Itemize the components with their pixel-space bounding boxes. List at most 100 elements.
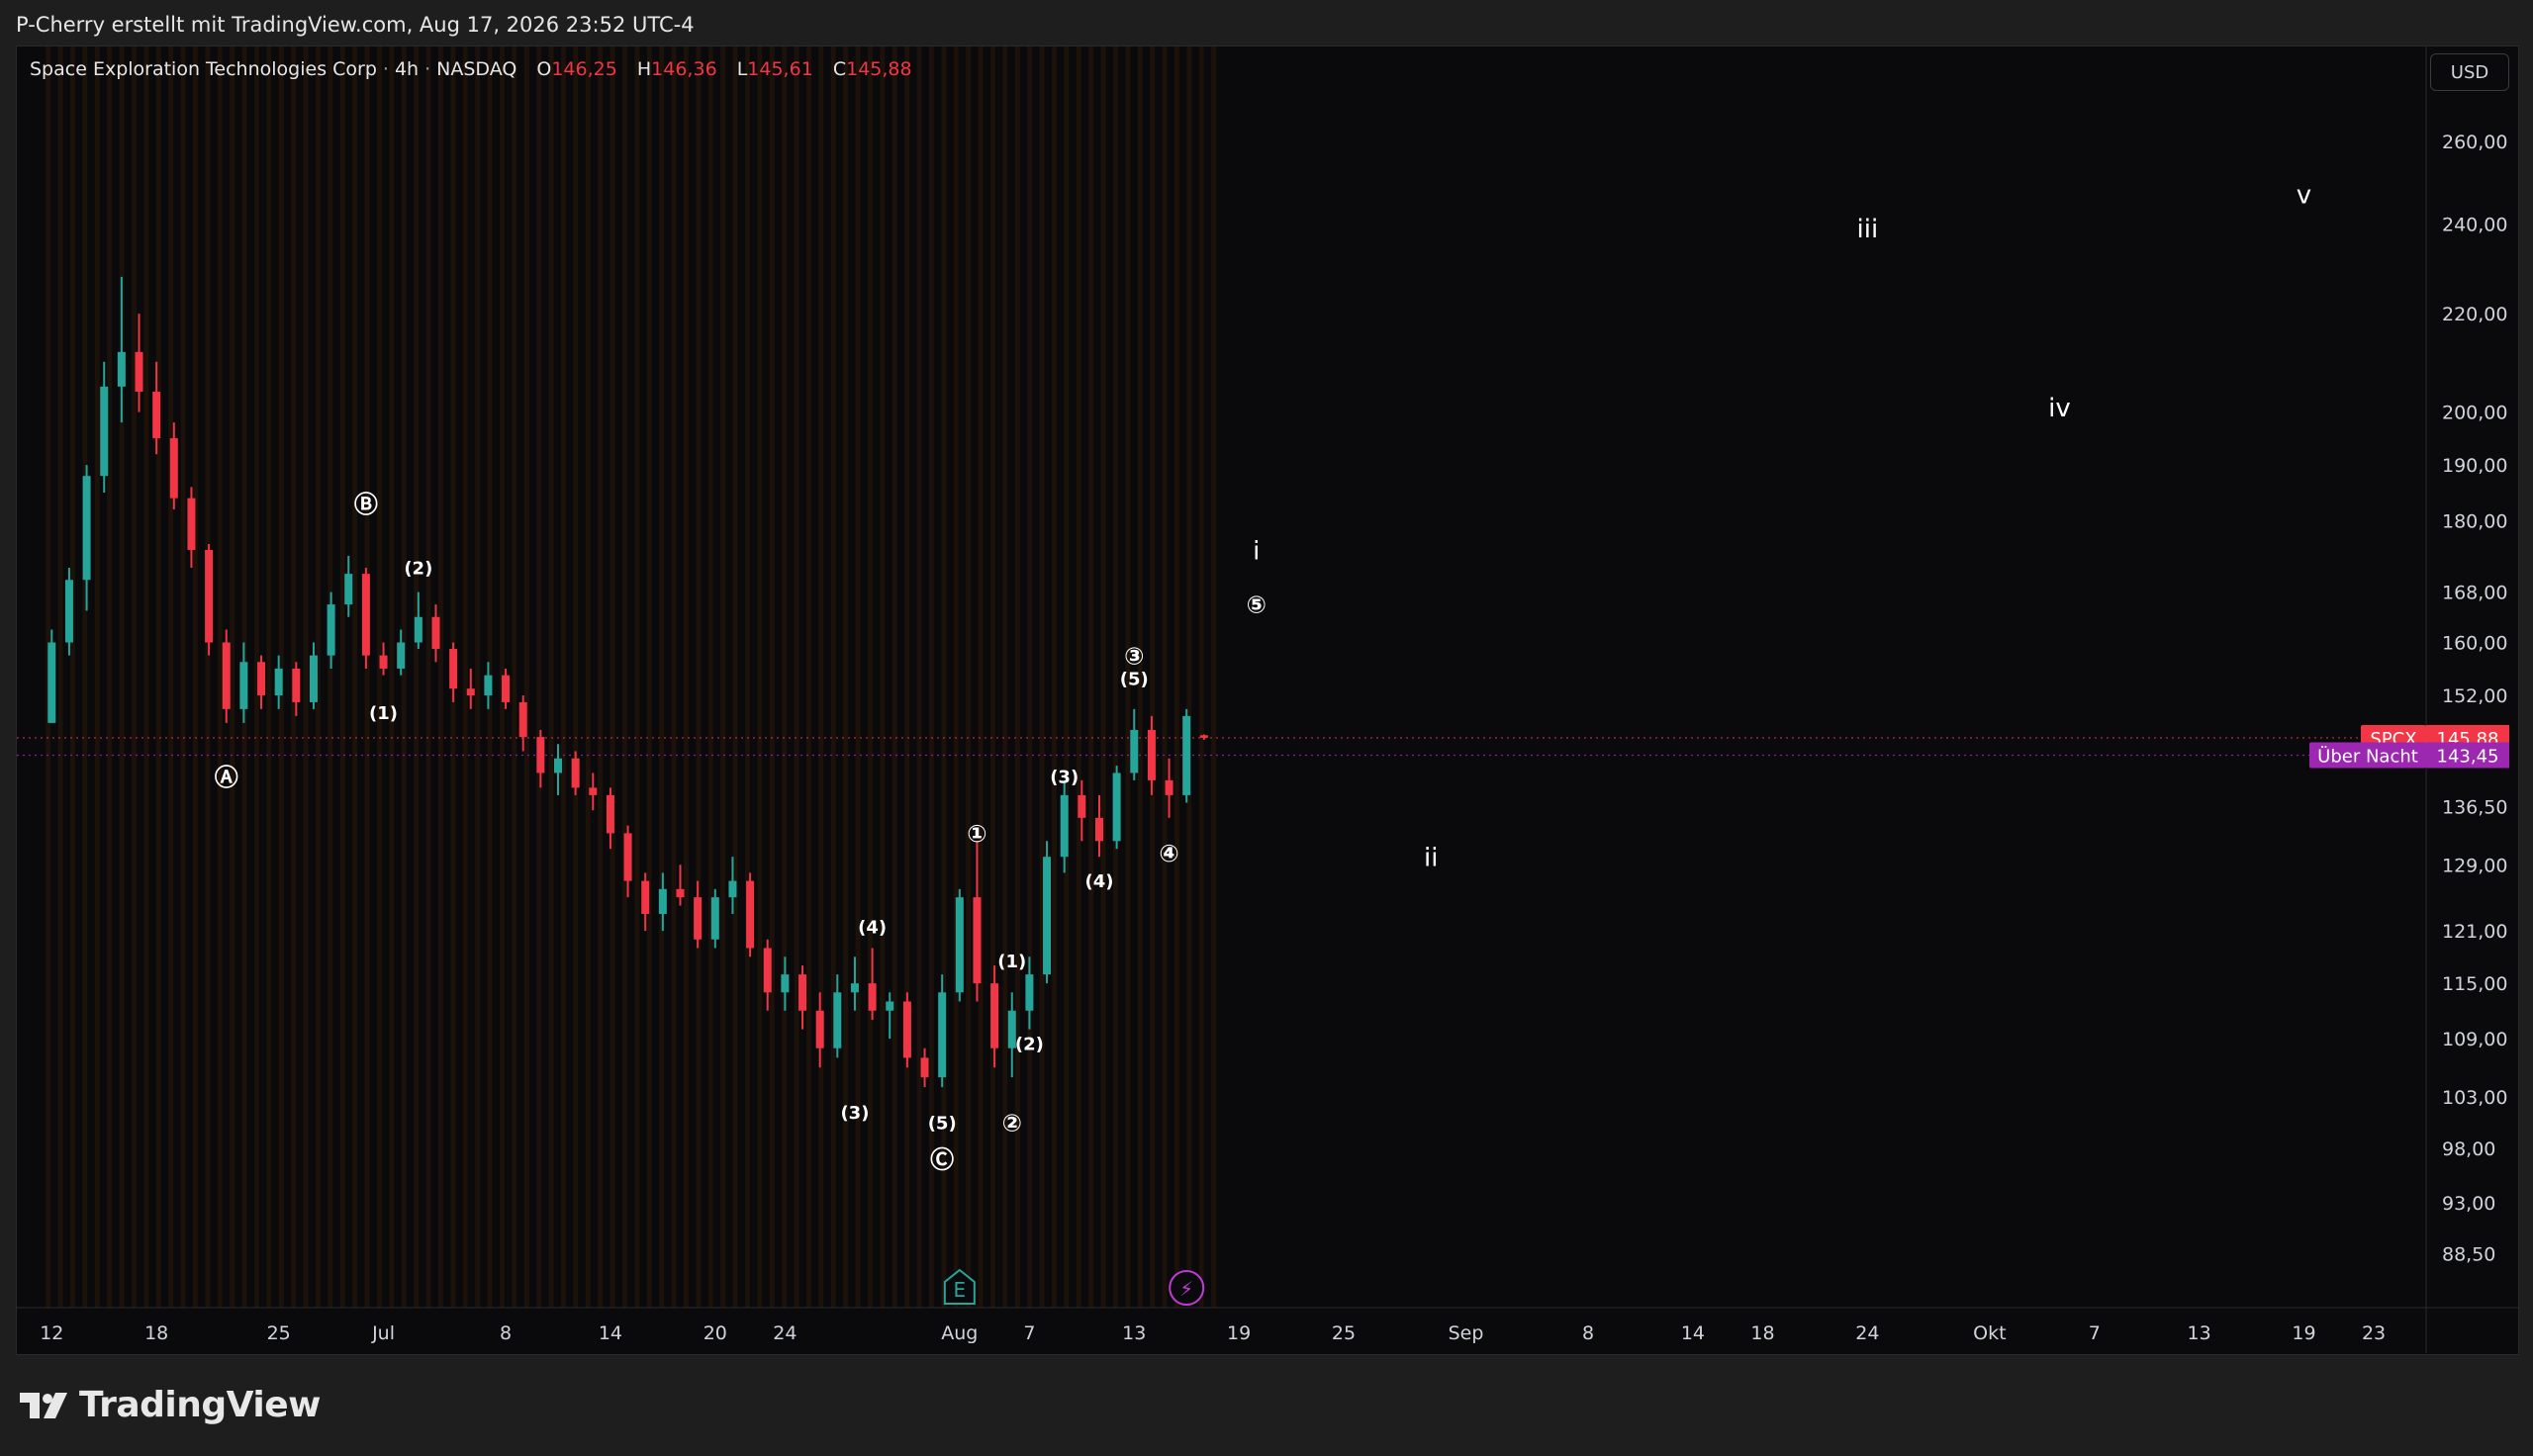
session-stripe: [585, 46, 591, 1308]
candle-body: [397, 642, 406, 669]
candle-body: [746, 880, 755, 949]
candle-body: [938, 992, 947, 1078]
price-tick-label: 98,00: [2442, 1138, 2495, 1160]
currency-button[interactable]: USD: [2430, 53, 2509, 91]
session-stripe: [598, 46, 604, 1308]
candle-body: [1130, 729, 1139, 774]
dividend-flash-event-icon[interactable]: ⚡: [1169, 1270, 1205, 1306]
session-stripe: [205, 46, 211, 1308]
session-stripe: [1150, 46, 1156, 1308]
session-stripe: [745, 46, 750, 1308]
candle-body: [239, 662, 248, 709]
session-stripe: [548, 46, 554, 1308]
session-stripe: [720, 46, 726, 1308]
legend-close-value: 145,88: [846, 58, 912, 80]
session-stripe: [966, 46, 972, 1308]
candle-body: [502, 675, 511, 702]
candle: [117, 276, 126, 423]
candle-body: [484, 675, 493, 696]
time-tick-label: Sep: [1449, 1322, 1484, 1344]
price-tick-label: 103,00: [2442, 1087, 2507, 1109]
candle-body: [187, 498, 196, 550]
session-stripe: [990, 46, 995, 1308]
candle-body: [274, 668, 283, 696]
price-tick-label: 93,00: [2442, 1193, 2495, 1215]
wave-label: ①: [967, 820, 986, 848]
candle-body: [1147, 729, 1156, 780]
session-stripe: [732, 46, 738, 1308]
candle: [361, 568, 370, 669]
legend-open-label: O: [536, 58, 552, 80]
price-tick-label: 200,00: [2442, 403, 2507, 424]
session-stripe: [634, 46, 640, 1308]
tradingview-brand-text: TradingView: [79, 1385, 321, 1425]
candle-body: [536, 737, 545, 774]
session-stripe: [1027, 46, 1033, 1308]
candle-body: [518, 701, 527, 738]
wave-label: (3): [840, 1103, 869, 1124]
session-stripe: [155, 46, 161, 1308]
time-tick-label: 24: [773, 1322, 797, 1344]
candle-body: [1078, 794, 1086, 818]
session-stripe: [414, 46, 420, 1308]
candle-body: [361, 574, 370, 656]
wave-label: i: [1253, 536, 1260, 566]
candle-body: [571, 758, 580, 788]
session-stripes: [46, 46, 1217, 1308]
legend-low-label: L: [736, 58, 748, 80]
legend-low-value: 145,61: [747, 58, 813, 80]
session-stripe: [1064, 46, 1070, 1308]
price-axis: 260,00 240,00 220,00 200,00 190,00 180,00 168,…: [2442, 132, 2507, 1266]
candle-body: [920, 1057, 929, 1078]
candle-body: [449, 649, 458, 689]
session-stripe: [1174, 46, 1179, 1308]
time-tick-label: 19: [2292, 1322, 2315, 1344]
candle-body: [64, 580, 73, 643]
session-stripe: [1052, 46, 1057, 1308]
legend-high-value: 146,36: [651, 58, 717, 80]
candle-body: [205, 549, 214, 643]
price-tick-label: 129,00: [2442, 855, 2507, 876]
legend-interval[interactable]: 4h: [395, 58, 419, 80]
time-tick-label: 14: [1681, 1322, 1705, 1344]
candle-body: [623, 833, 632, 881]
overnight-price-tag: Über Nacht 143,45: [2309, 742, 2509, 769]
price-tick-label: 260,00: [2442, 132, 2507, 153]
candle: [100, 361, 109, 493]
symbol-legend[interactable]: Space Exploration Technologies Corp · 4h · N…: [30, 58, 912, 80]
wave-label: (3): [1050, 768, 1079, 788]
candle-body: [379, 655, 388, 669]
chart-canvas[interactable]: 260,00 240,00 220,00 200,00 190,00 180,00 168,…: [0, 0, 2533, 1456]
session-stripe: [266, 46, 272, 1308]
candle-body: [1060, 794, 1069, 858]
candle-body: [1094, 817, 1103, 842]
session-stripe: [830, 46, 836, 1308]
candle-body: [815, 1010, 824, 1048]
candle-body: [658, 888, 667, 914]
legend-symbol-name[interactable]: Space Exploration Technologies Corp: [30, 58, 377, 80]
wave-label: ④: [1159, 840, 1178, 867]
session-stripe: [769, 46, 775, 1308]
candle-body: [100, 386, 109, 477]
price-tag-name: Über Nacht: [2317, 745, 2418, 767]
time-tick-label: 13: [1122, 1322, 1146, 1344]
time-tick-label: 18: [144, 1322, 168, 1344]
wave-label: (4): [1084, 871, 1113, 892]
session-stripe: [475, 46, 481, 1308]
tradingview-footer[interactable]: TradingView: [18, 1385, 321, 1425]
candle-body: [309, 655, 318, 702]
candle: [920, 1047, 929, 1088]
session-stripe: [757, 46, 763, 1308]
legend-open-value: 146,25: [551, 58, 617, 80]
dividend-marker-label: ⚡: [1179, 1277, 1193, 1301]
session-stripe: [462, 46, 468, 1308]
time-tick-label: 23: [2362, 1322, 2386, 1344]
price-tick-label: 121,00: [2442, 921, 2507, 943]
wave-label: ②: [1002, 1109, 1022, 1137]
wave-label: ③: [1124, 642, 1144, 670]
session-stripe: [561, 46, 566, 1308]
candle-body: [606, 794, 614, 834]
wave-label: (4): [858, 917, 887, 938]
price-tick-label: 160,00: [2442, 633, 2507, 655]
price-tick-label: 109,00: [2442, 1029, 2507, 1050]
